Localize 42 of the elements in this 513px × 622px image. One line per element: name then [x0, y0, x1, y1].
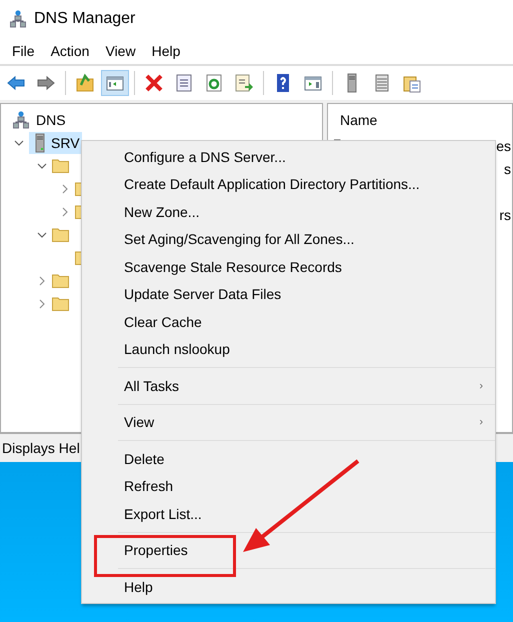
tree-item[interactable]: SRV	[29, 132, 82, 154]
properties-icon	[174, 73, 194, 93]
menu-item[interactable]: Create Default Application Directory Partitions...	[124, 176, 420, 192]
menu-item[interactable]: Refresh	[124, 478, 174, 494]
menu-item[interactable]: Delete	[124, 450, 164, 467]
menu-item[interactable]: Export List...	[124, 506, 202, 522]
menu-item[interactable]: Action	[42, 43, 98, 59]
menu-item[interactable]: View	[97, 43, 144, 59]
menu-item[interactable]: Launch nslookup	[124, 341, 230, 358]
menu-item[interactable]: Help	[124, 578, 153, 595]
menu-item[interactable]: New Zone...	[124, 204, 200, 220]
list-item[interactable]: s	[504, 160, 511, 176]
column-header[interactable]: Name	[328, 104, 512, 134]
toolbar-button[interactable]	[101, 70, 129, 96]
menu-item[interactable]: Scavenge Stale Resource Records	[124, 258, 342, 275]
forward-icon	[36, 73, 56, 93]
menu-item[interactable]: Update Server Data Files	[124, 286, 282, 302]
submenu-item[interactable]: View ›	[82, 408, 495, 436]
submenu-item[interactable]: All Tasks ›	[82, 372, 495, 400]
back-icon	[6, 73, 26, 93]
window-title: DNS Manager	[34, 10, 136, 28]
menu-item[interactable]: Help	[144, 43, 188, 59]
export-icon	[234, 73, 254, 93]
folder-icon	[52, 273, 69, 288]
list-item[interactable]: es	[496, 138, 511, 154]
menu-item[interactable]: Configure a DNS Server...	[124, 148, 286, 165]
folder-icon	[52, 158, 69, 173]
menu-item[interactable]: Set Aging/Scavenging for All Zones...	[124, 231, 354, 248]
refresh-icon	[204, 73, 224, 93]
delete-icon	[144, 73, 164, 93]
up-icon	[75, 73, 95, 93]
list-item[interactable]: rs	[499, 206, 511, 222]
server-icon	[35, 132, 45, 152]
status-text: Displays Hel	[2, 440, 80, 456]
menu-item[interactable]: Properties	[124, 542, 188, 558]
menu-item[interactable]: File	[4, 43, 43, 59]
folder-icon	[52, 227, 69, 242]
network-icon	[13, 110, 29, 128]
tree-item[interactable]: DNS	[33, 110, 69, 128]
network-icon	[10, 10, 26, 28]
menu-item[interactable]: Clear Cache	[124, 314, 202, 330]
folder-icon	[52, 296, 69, 311]
